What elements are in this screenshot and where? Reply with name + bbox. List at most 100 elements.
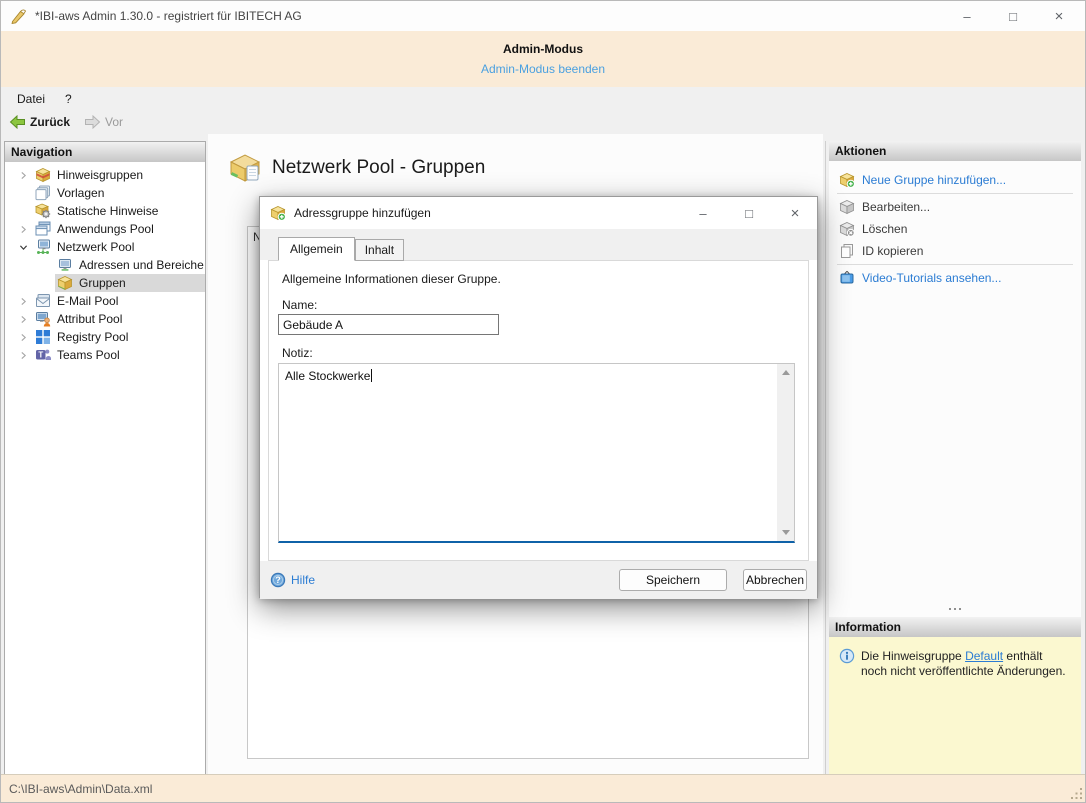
chevron-right-icon[interactable] xyxy=(17,351,29,360)
panel-divider xyxy=(825,141,826,776)
separator xyxy=(837,264,1073,265)
nav-item-teams-pool[interactable]: T Teams Pool xyxy=(5,346,205,364)
dialog-description: Allgemeine Informationen dieser Gruppe. xyxy=(282,272,501,286)
statusbar: C:\IBI-aws\Admin\Data.xml xyxy=(1,774,1085,802)
information-text: Die Hinweisgruppe Default enthält noch n… xyxy=(861,649,1066,678)
window-controls: – □ × xyxy=(959,8,1085,25)
navigation-tree: Hinweisgruppen Vorlagen Statische Hinwei… xyxy=(5,162,205,364)
app-pen-icon xyxy=(11,8,27,24)
action-delete[interactable]: Löschen xyxy=(829,218,1081,240)
menu-datei[interactable]: Datei xyxy=(7,89,55,109)
chevron-down-icon[interactable] xyxy=(17,243,29,252)
status-file-path: C:\IBI-aws\Admin\Data.xml xyxy=(9,781,153,796)
tab-allgemein[interactable]: Allgemein xyxy=(278,237,355,261)
nav-item-attribut-pool[interactable]: Attribut Pool xyxy=(5,310,205,328)
chevron-right-icon[interactable] xyxy=(17,297,29,306)
actions-header: Aktionen xyxy=(829,141,1081,161)
page-heading: Netzwerk Pool - Gruppen xyxy=(208,134,823,185)
chevron-right-icon[interactable] xyxy=(17,171,29,180)
maximize-icon[interactable]: □ xyxy=(741,206,757,221)
save-button[interactable]: Speichern xyxy=(619,569,727,591)
copy-pages-icon xyxy=(841,244,853,258)
navigation-panel: Navigation Hinweisgruppen Vorlagen Stati… xyxy=(4,141,206,776)
nav-item-anwendungs-pool[interactable]: Anwendungs Pool xyxy=(5,220,205,238)
information-panel: Die Hinweisgruppe Default enthält noch n… xyxy=(829,637,1081,776)
templates-stack-icon xyxy=(35,185,51,201)
right-panel: Aktionen Neue Gruppe hinzufügen... Bearb… xyxy=(829,141,1081,776)
navigation-toolbar: Zurück Vor xyxy=(1,110,1085,134)
application-windows-icon xyxy=(35,221,51,237)
default-group-link[interactable]: Default xyxy=(965,649,1003,663)
note-textarea[interactable]: Alle Stockwerke xyxy=(278,363,795,543)
chevron-right-icon[interactable] xyxy=(17,315,29,324)
forward-arrow-icon xyxy=(85,115,101,129)
nav-item-adressen-und-bereiche[interactable]: Adressen und Bereiche xyxy=(5,256,205,274)
groups-box-icon xyxy=(57,275,73,291)
dialog-titlebar: Adressgruppe hinzufügen – □ × xyxy=(260,197,817,229)
window-title: *IBI-aws Admin 1.30.0 - registriert für … xyxy=(35,9,302,23)
notice-groups-box-icon xyxy=(35,167,51,183)
page-title: Netzwerk Pool - Gruppen xyxy=(272,157,486,178)
network-pool-groups-icon xyxy=(229,154,261,182)
close-icon[interactable]: × xyxy=(787,205,803,222)
nav-item-hinweisgruppen[interactable]: Hinweisgruppen xyxy=(5,166,205,184)
email-envelope-icon xyxy=(35,293,51,309)
action-copy-id[interactable]: ID kopieren xyxy=(829,240,1081,262)
name-label: Name: xyxy=(282,298,318,312)
info-icon xyxy=(839,648,855,664)
cancel-button[interactable]: Abbrechen xyxy=(743,569,807,591)
nav-item-statische-hinweise[interactable]: Statische Hinweise xyxy=(5,202,205,220)
minimize-icon[interactable]: – xyxy=(959,9,975,24)
help-link[interactable]: ? Hilfe xyxy=(270,572,315,588)
nav-item-registry-pool[interactable]: Registry Pool xyxy=(5,328,205,346)
forward-button[interactable]: Vor xyxy=(84,115,123,129)
navigation-header: Navigation xyxy=(5,142,205,162)
dialog-tabstrip: Allgemein Inhalt xyxy=(260,229,817,261)
maximize-icon[interactable]: □ xyxy=(1005,9,1021,24)
name-input[interactable] xyxy=(278,314,499,335)
chevron-right-icon[interactable] xyxy=(17,333,29,342)
menu-help[interactable]: ? xyxy=(55,89,82,109)
close-icon[interactable]: × xyxy=(1051,8,1067,25)
attribute-user-monitor-icon xyxy=(35,311,51,327)
text-caret xyxy=(371,369,373,382)
titlebar: *IBI-aws Admin 1.30.0 - registriert für … xyxy=(1,1,1085,31)
chevron-right-icon[interactable] xyxy=(17,225,29,234)
dialog-controls: – □ × xyxy=(695,205,817,222)
note-value: Alle Stockwerke xyxy=(285,369,371,383)
minimize-icon[interactable]: – xyxy=(695,206,711,221)
nav-item-vorlagen[interactable]: Vorlagen xyxy=(5,184,205,202)
splitter-dots-icon xyxy=(949,608,961,610)
admin-mode-title: Admin-Modus xyxy=(503,42,583,56)
app-window: *IBI-aws Admin 1.30.0 - registriert für … xyxy=(0,0,1086,803)
action-add-group[interactable]: Neue Gruppe hinzufügen... xyxy=(829,169,1081,191)
back-arrow-icon xyxy=(9,115,25,129)
tab-inhalt[interactable]: Inhalt xyxy=(354,239,405,261)
add-address-group-dialog: Adressgruppe hinzufügen – □ × Allgemein … xyxy=(259,196,818,599)
box-edit-icon xyxy=(839,200,855,215)
admin-mode-banner: Admin-Modus Admin-Modus beenden xyxy=(1,31,1085,87)
action-edit[interactable]: Bearbeiten... xyxy=(829,196,1081,218)
addresses-monitor-icon xyxy=(57,257,73,273)
registry-blocks-icon xyxy=(35,329,51,345)
scroll-up-icon[interactable] xyxy=(777,364,794,381)
nav-item-netzwerk-pool[interactable]: Netzwerk Pool xyxy=(5,238,205,256)
svg-text:?: ? xyxy=(275,575,281,585)
box-add-icon xyxy=(270,205,286,221)
nav-item-gruppen[interactable]: Gruppen xyxy=(5,274,205,292)
panel-splitter-handle[interactable] xyxy=(829,601,1081,617)
box-delete-icon xyxy=(839,222,855,237)
action-video-tutorials[interactable]: Video-Tutorials ansehen... xyxy=(829,267,1081,289)
nav-item-email-pool[interactable]: E-Mail Pool xyxy=(5,292,205,310)
menubar: Datei ? xyxy=(1,87,1085,110)
note-label: Notiz: xyxy=(282,346,313,360)
dialog-title: Adressgruppe hinzufügen xyxy=(294,206,431,220)
note-scrollbar[interactable] xyxy=(777,364,794,541)
separator xyxy=(837,193,1073,194)
box-add-icon xyxy=(839,173,855,188)
admin-mode-exit-link[interactable]: Admin-Modus beenden xyxy=(481,62,605,76)
resize-grip[interactable] xyxy=(1070,787,1083,800)
scroll-down-icon[interactable] xyxy=(777,524,794,541)
back-button[interactable]: Zurück xyxy=(9,115,70,129)
dialog-footer: ? Hilfe Speichern Abbrechen xyxy=(260,561,817,599)
